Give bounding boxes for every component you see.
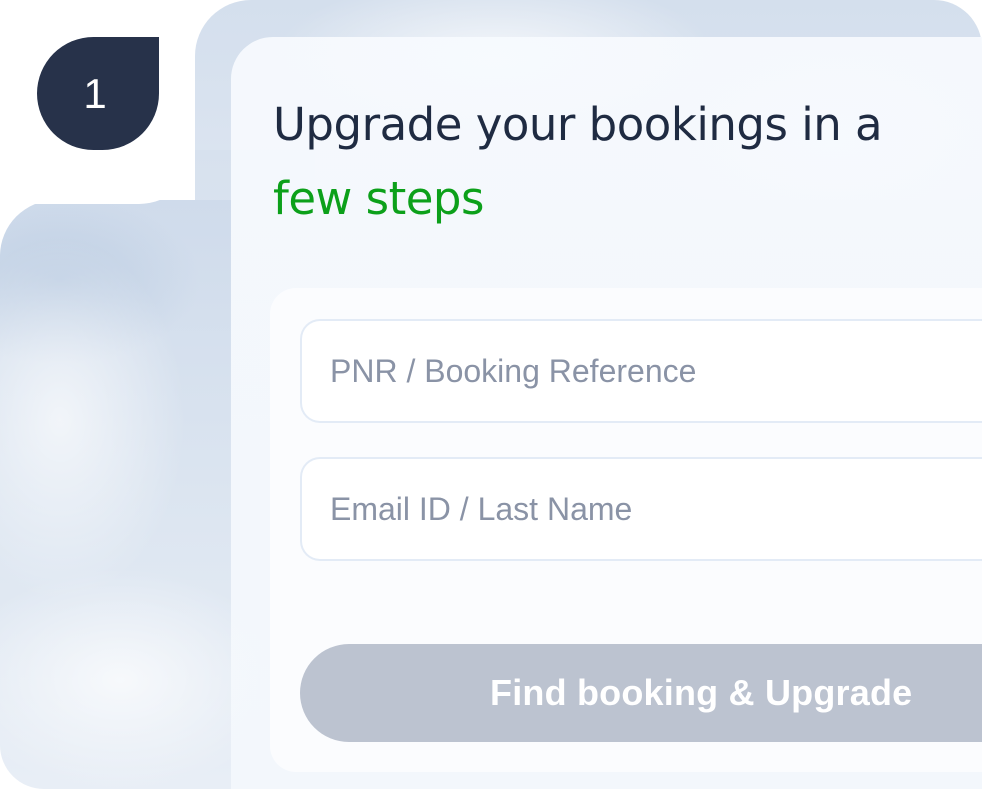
title-line-1: Upgrade your bookings in a xyxy=(273,98,883,151)
upgrade-widget: 1 Upgrade your bookings in a few steps F… xyxy=(0,0,982,789)
step-number: 1 xyxy=(83,69,107,117)
email-lastname-input[interactable] xyxy=(330,459,982,559)
title-line-2-accent: few steps xyxy=(273,172,484,225)
email-lastname-field[interactable] xyxy=(300,457,982,561)
step-badge: 1 xyxy=(37,37,159,150)
find-booking-button[interactable]: Find booking & Upgrade xyxy=(300,644,982,742)
pnr-field[interactable] xyxy=(300,319,982,423)
page-title: Upgrade your bookings in a few steps xyxy=(273,88,883,236)
pnr-input[interactable] xyxy=(330,321,982,421)
